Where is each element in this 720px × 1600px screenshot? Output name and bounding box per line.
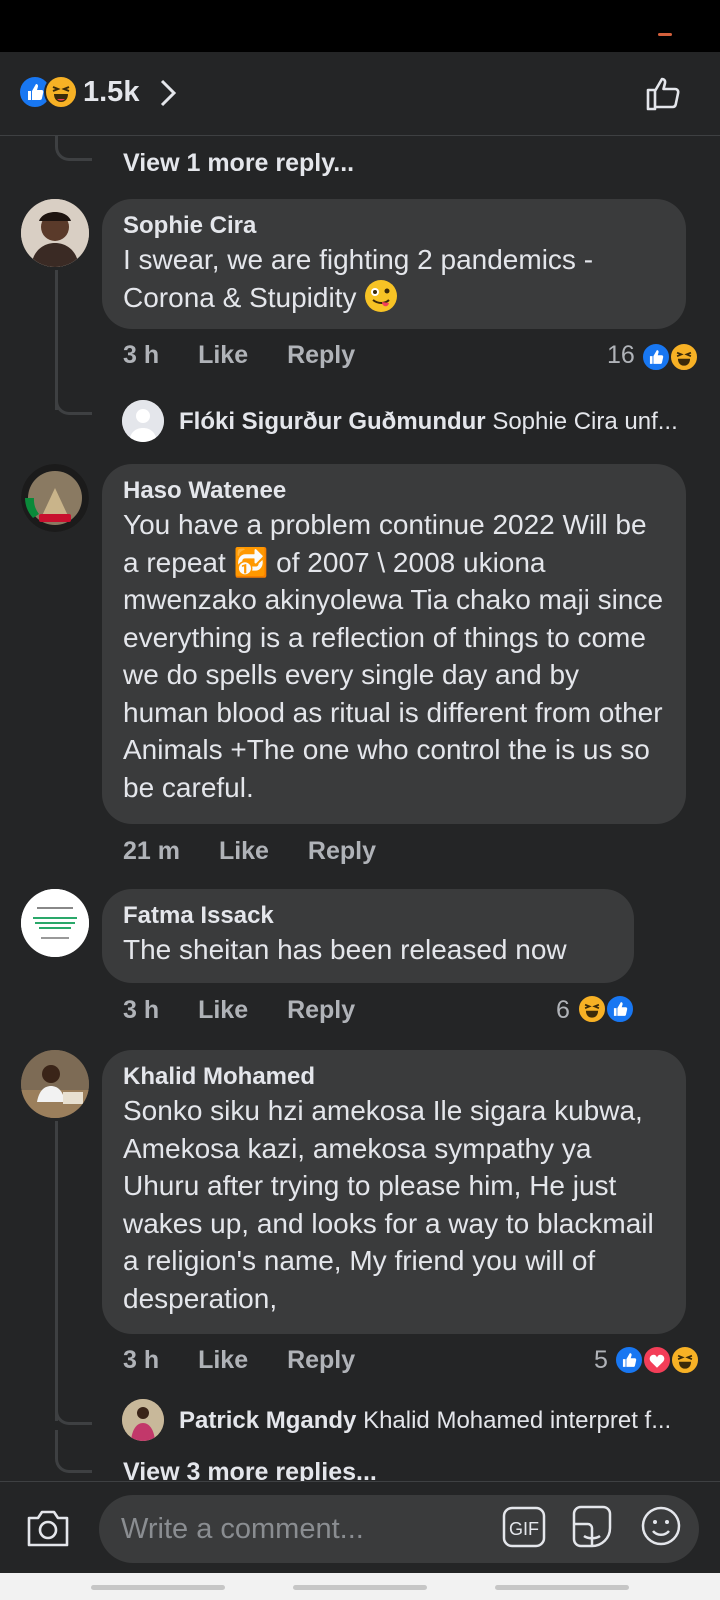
haha-icon — [669, 342, 699, 372]
thumbs-up-outline-icon[interactable] — [644, 74, 682, 112]
comment-author[interactable]: Sophie Cira — [123, 211, 666, 241]
reply-button[interactable]: Reply — [287, 996, 355, 1025]
status-bar — [0, 0, 720, 52]
reaction-count[interactable]: 5 — [594, 1346, 608, 1375]
comment-bubble[interactable]: Khalid Mohamed Sonko siku hzi amekosa Il… — [102, 1050, 686, 1334]
thread-line — [55, 380, 92, 415]
emoji-icon[interactable] — [640, 1505, 682, 1547]
view-more-replies-link[interactable]: View 1 more reply... — [123, 149, 354, 178]
comment-time[interactable]: 3 h — [123, 1346, 159, 1375]
comment-text: You have a problem continue 2022 Will be… — [123, 509, 664, 803]
gif-icon[interactable]: GIF — [502, 1506, 546, 1548]
like-button[interactable]: Like — [198, 341, 248, 370]
like-button[interactable]: Like — [198, 996, 248, 1025]
reply-button[interactable]: Reply — [287, 1346, 355, 1375]
comment-actions: 3 h Like Reply — [123, 1346, 387, 1375]
haha-icon — [577, 994, 607, 1024]
comment-author[interactable]: Fatma Issack — [123, 901, 614, 931]
nav-back-handle[interactable] — [91, 1585, 225, 1590]
haha-icon — [670, 1345, 700, 1375]
reaction-total: 1.5k — [83, 76, 140, 108]
like-button[interactable]: Like — [219, 837, 269, 866]
comment-bubble[interactable]: Sophie Cira I swear, we are fighting 2 p… — [102, 199, 686, 329]
avatar[interactable] — [21, 199, 89, 267]
comment-text: I swear, we are fighting 2 pandemics - C… — [123, 244, 594, 313]
comment-time[interactable]: 21 m — [123, 837, 180, 866]
love-icon — [642, 1345, 672, 1375]
comment-text: The sheitan has been released now — [123, 934, 567, 965]
reactions-header[interactable]: 1.5k — [0, 52, 720, 136]
comment-composer: GIF — [0, 1481, 720, 1574]
avatar[interactable] — [122, 400, 164, 442]
status-indicator — [658, 33, 672, 36]
reply-snippet: Khalid Mohamed interpret f... — [363, 1407, 672, 1434]
thread-line — [55, 1430, 92, 1473]
reply-button[interactable]: Reply — [287, 341, 355, 370]
comment-text: Sonko siku hzi amekosa Ile sigara kubwa,… — [123, 1095, 654, 1314]
nav-recents-handle[interactable] — [495, 1585, 629, 1590]
reply-author[interactable]: Flóki Sigurður Guðmundur — [179, 408, 486, 435]
chevron-right-icon[interactable] — [158, 78, 178, 108]
reply-snippet: Sophie Cira unf... — [492, 408, 678, 435]
haha-icon — [44, 75, 78, 109]
thread-line — [55, 135, 92, 161]
like-icon — [614, 1345, 644, 1375]
like-button[interactable]: Like — [198, 1346, 248, 1375]
comment-actions: 21 m Like Reply — [123, 837, 408, 866]
comment-time[interactable]: 3 h — [123, 996, 159, 1025]
reaction-count[interactable]: 16 — [607, 341, 635, 370]
comment-bubble[interactable]: Fatma Issack The sheitan has been releas… — [102, 889, 634, 983]
comment-actions: 3 h Like Reply — [123, 996, 387, 1025]
system-nav-bar — [0, 1573, 720, 1600]
comment-actions: 3 h Like Reply — [123, 341, 387, 370]
thread-line — [55, 1121, 58, 1421]
avatar[interactable] — [122, 1399, 164, 1441]
thread-line — [55, 1390, 92, 1425]
gif-label: GIF — [509, 1519, 539, 1539]
like-icon — [641, 342, 671, 372]
comment-author[interactable]: Haso Watenee — [123, 476, 666, 506]
avatar[interactable] — [21, 1050, 89, 1118]
comment-time[interactable]: 3 h — [123, 341, 159, 370]
reply-button[interactable]: Reply — [308, 837, 376, 866]
comment-author[interactable]: Khalid Mohamed — [123, 1062, 666, 1092]
avatar[interactable] — [21, 889, 89, 957]
comment-bubble[interactable]: Haso Watenee You have a problem continue… — [102, 464, 686, 824]
avatar[interactable] — [21, 464, 89, 532]
reply-author[interactable]: Patrick Mgandy — [179, 1407, 356, 1434]
reaction-count[interactable]: 6 — [556, 996, 570, 1025]
camera-icon[interactable] — [26, 1508, 70, 1548]
zany-face-emoji-icon — [365, 279, 398, 312]
nav-home-handle[interactable] — [293, 1585, 427, 1590]
sticker-icon[interactable] — [570, 1504, 614, 1550]
like-icon — [605, 994, 635, 1024]
